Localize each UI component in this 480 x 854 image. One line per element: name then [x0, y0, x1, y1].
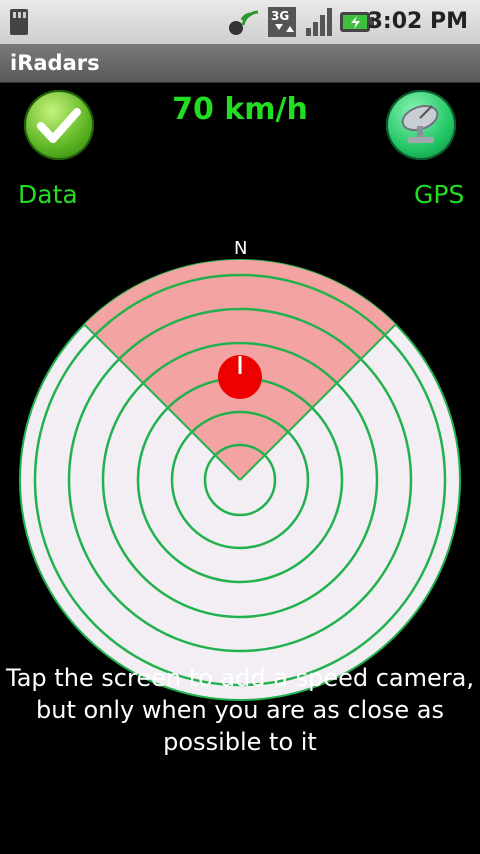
- instruction-line: possible to it: [163, 728, 317, 756]
- instruction-text: Tap the screen to add a speed camera, bu…: [0, 662, 480, 758]
- instruction-line: Tap the screen to add a speed camera,: [6, 664, 474, 692]
- instruction-line: but only when you are as close as: [36, 696, 444, 724]
